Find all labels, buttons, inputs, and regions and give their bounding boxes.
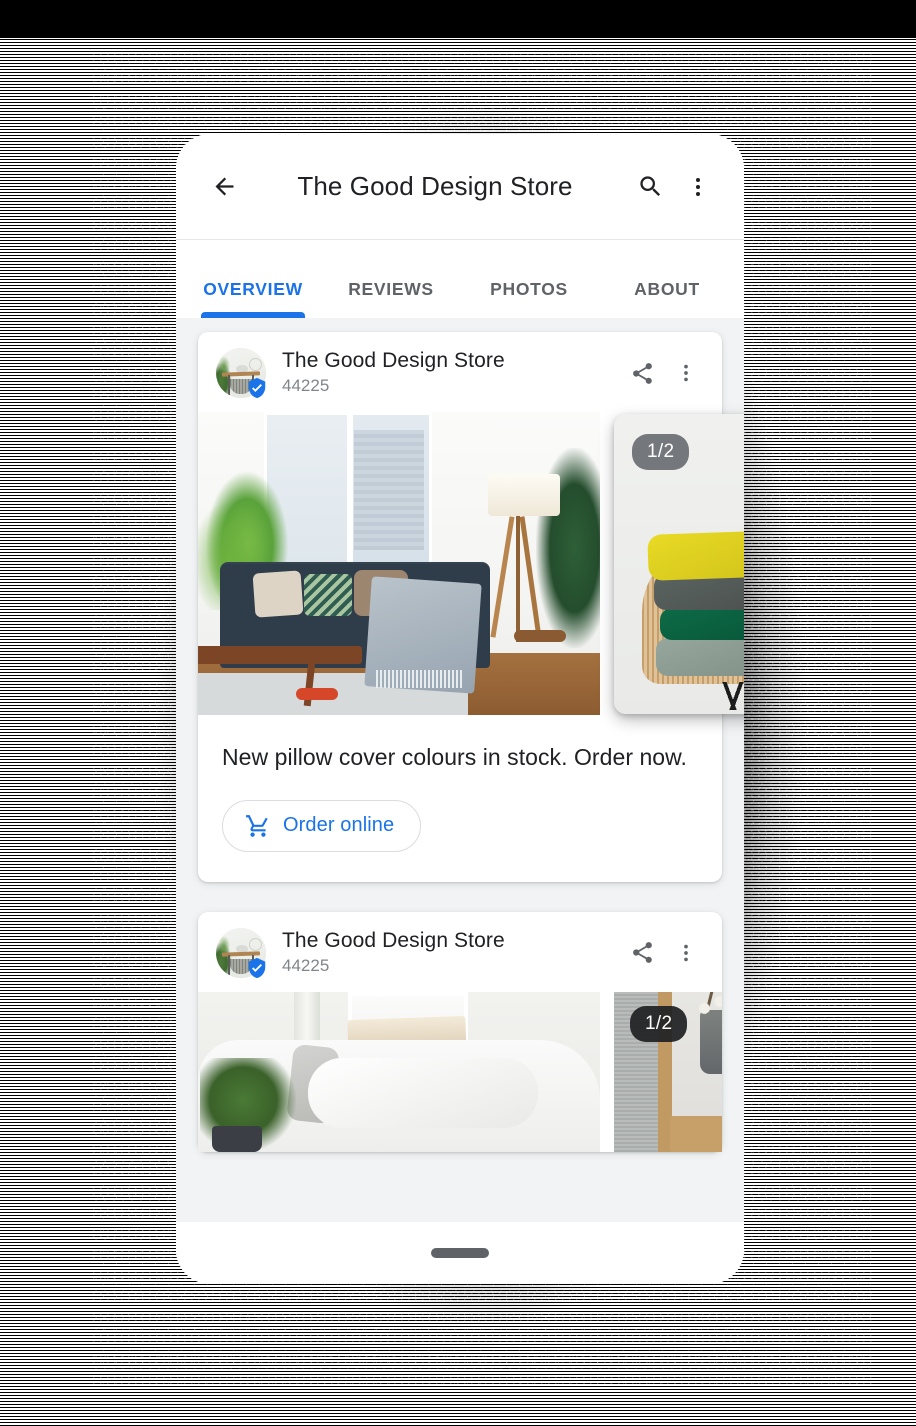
back-arrow-icon[interactable]	[200, 163, 248, 211]
app-bar: The Good Design Store	[176, 134, 744, 240]
media-photo-pillows[interactable]: 1/2	[614, 414, 744, 714]
post-actions	[620, 931, 708, 975]
share-icon[interactable]	[620, 931, 664, 975]
home-indicator-bar	[176, 1222, 744, 1284]
tab-about[interactable]: ABOUT	[598, 279, 736, 318]
more-vert-icon[interactable]	[674, 163, 722, 211]
post-actions	[620, 351, 708, 395]
store-id: 44225	[282, 955, 330, 975]
home-indicator[interactable]	[431, 1248, 489, 1258]
store-id: 44225	[282, 376, 330, 396]
post-card[interactable]: The Good Design Store 44225	[198, 332, 744, 882]
post-media-carousel[interactable]: 1/2	[198, 991, 722, 1152]
verified-badge-icon	[248, 957, 266, 978]
shopping-cart-icon	[246, 814, 268, 837]
media-photo-bedroom[interactable]	[198, 991, 600, 1152]
media-photo-bedside[interactable]: 1/2	[614, 991, 722, 1152]
search-icon[interactable]	[626, 163, 674, 211]
post-card[interactable]: The Good Design Store 44225	[198, 911, 722, 1152]
post-header: The Good Design Store 44225	[198, 912, 722, 992]
tab-photos[interactable]: PHOTOS	[460, 279, 598, 318]
post-cta-area: Order online	[198, 774, 722, 882]
post-author: The Good Design Store 44225	[282, 349, 620, 396]
media-count-badge: 1/2	[630, 1005, 688, 1042]
phone-device: The Good Design Store OVERVIEW REVIEWS P…	[176, 134, 744, 1284]
page-title: The Good Design Store	[297, 171, 573, 201]
order-online-label: Order online	[283, 814, 395, 837]
more-vert-icon[interactable]	[664, 351, 708, 395]
post-media-carousel[interactable]: 1/2	[198, 412, 744, 715]
avatar[interactable]	[216, 927, 266, 978]
post-header: The Good Design Store 44225	[198, 332, 722, 412]
feed-scroll-area[interactable]: The Good Design Store 44225 1/2 New pill…	[176, 318, 744, 1284]
verified-badge-icon	[248, 377, 266, 399]
tab-bar: OVERVIEW REVIEWS PHOTOS ABOUT	[176, 240, 744, 318]
store-name: The Good Design Store	[282, 929, 505, 953]
stage: The Good Design Store OVERVIEW REVIEWS P…	[0, 0, 916, 1426]
tab-overview[interactable]: OVERVIEW	[184, 279, 322, 318]
more-vert-icon[interactable]	[664, 931, 708, 975]
share-icon[interactable]	[620, 351, 664, 395]
media-photo-living-room[interactable]	[198, 412, 600, 715]
post-body-text: New pillow cover colours in stock. Order…	[222, 744, 687, 770]
avatar[interactable]	[216, 348, 266, 399]
order-online-button[interactable]: Order online	[222, 799, 422, 852]
store-name: The Good Design Store	[282, 349, 505, 373]
media-count-badge: 1/2	[632, 434, 690, 470]
tab-reviews[interactable]: REVIEWS	[322, 279, 460, 318]
post-author: The Good Design Store 44225	[282, 929, 620, 976]
top-black-band	[0, 0, 916, 38]
